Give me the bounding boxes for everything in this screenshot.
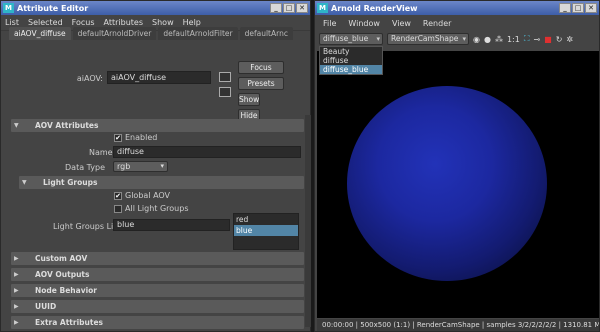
attribute-editor-window: M Attribute Editor _ □ ✕ List Selected F…	[0, 0, 311, 332]
aov-node-row: aiAOV: aiAOV_diffuse	[1, 71, 231, 87]
expand-arrow-icon: ▶	[14, 303, 19, 310]
enabled-row: ✔ Enabled	[114, 133, 157, 146]
attribute-editor-titlebar[interactable]: M Attribute Editor _ □ ✕	[1, 1, 310, 15]
all-light-groups-checkbox[interactable]	[114, 204, 122, 213]
tab-default-arnold-filter[interactable]: defaultArnoldFilter	[158, 27, 238, 40]
render-view-titlebar[interactable]: M Arnold RenderView _ □ ✕	[315, 1, 599, 15]
list-item-blue[interactable]: blue	[234, 225, 298, 236]
tab-default-arnold-other[interactable]: defaultArnc	[239, 27, 293, 40]
light-groups-list-label: Light Groups List	[53, 222, 121, 231]
aov-option-diffuse-blue[interactable]: diffuse_blue	[320, 65, 382, 74]
refresh-icon[interactable]: ↻	[556, 35, 563, 44]
dropdown-arrow-icon: ▾	[160, 162, 164, 170]
menu-render[interactable]: Render	[423, 19, 451, 28]
expand-arrow-icon: ▶	[14, 255, 19, 262]
render-view-toolbar: diffuse_blue RenderCamShape ◉ ● ⁂ 1:1 ⛶ …	[315, 31, 599, 47]
maximize-button[interactable]: □	[572, 3, 584, 13]
ipr-icon[interactable]: ⊸	[533, 35, 540, 44]
aov-dropdown-list[interactable]: Beauty diffuse diffuse_blue	[319, 46, 383, 75]
data-type-label: Data Type	[65, 163, 106, 172]
section-extra-attributes[interactable]: ▶ Extra Attributes	[11, 316, 304, 329]
maya-logo-icon: M	[317, 3, 328, 13]
global-aov-label: Global AOV	[125, 191, 171, 200]
side-buttons: Focus Presets Show Hide	[238, 61, 284, 125]
expand-arrow-icon: ▶	[14, 271, 19, 278]
data-type-value: rgb	[117, 162, 131, 171]
maya-logo-icon: M	[3, 3, 14, 13]
section-aov-attributes[interactable]: ▼ AOV Attributes	[11, 119, 304, 132]
collapse-arrow-icon: ▼	[14, 122, 19, 129]
render-status-bar: 00:00:00 | 500x500 (1:1) | RenderCamShap…	[317, 319, 599, 331]
section-label: AOV Attributes	[35, 121, 99, 130]
section-custom-aov[interactable]: ▶ Custom AOV	[11, 252, 304, 265]
tab-default-arnold-driver[interactable]: defaultArnoldDriver	[72, 27, 157, 40]
render-viewport[interactable]	[317, 51, 599, 318]
menu-window[interactable]: Window	[348, 19, 380, 28]
section-label: Light Groups	[43, 178, 98, 187]
vertical-scrollbar[interactable]	[305, 115, 311, 327]
node-tabs: aiAOV_diffuse defaultArnoldDriver defaul…	[1, 23, 293, 40]
window-title: Arnold RenderView	[331, 3, 418, 13]
expand-arrow-icon: ▶	[14, 319, 19, 326]
aov-label: aiAOV:	[76, 74, 103, 83]
aov-name-field[interactable]: aiAOV_diffuse	[107, 71, 211, 84]
collapse-arrow-icon: ▼	[22, 179, 27, 186]
minimize-button[interactable]: _	[559, 3, 571, 13]
name-label: Name	[89, 148, 113, 157]
stop-render-icon[interactable]: ■	[544, 35, 552, 44]
menu-file[interactable]: File	[323, 19, 336, 28]
aov-option-beauty[interactable]: Beauty	[320, 47, 382, 56]
render-view-menu-bar: File Window View Render	[315, 15, 599, 31]
window-title: Attribute Editor	[17, 3, 89, 13]
global-aov-checkbox[interactable]: ✔	[114, 191, 122, 200]
zoom-label[interactable]: 1:1	[507, 35, 520, 44]
all-light-groups-row: All Light Groups	[114, 204, 189, 217]
settings-gear-icon[interactable]: ✲	[566, 35, 573, 44]
focus-button[interactable]: Focus	[238, 61, 284, 74]
close-button[interactable]: ✕	[585, 3, 597, 13]
maximize-button[interactable]: □	[283, 3, 295, 13]
section-label: Custom AOV	[35, 254, 88, 263]
light-groups-list-field[interactable]: blue	[113, 219, 230, 231]
section-node-behavior[interactable]: ▶ Node Behavior	[11, 284, 304, 297]
all-light-groups-label: All Light Groups	[125, 204, 189, 213]
section-label: AOV Outputs	[35, 270, 90, 279]
section-label: Extra Attributes	[35, 318, 104, 327]
tab-aiaov-diffuse[interactable]: aiAOV_diffuse	[9, 27, 71, 40]
list-item-red[interactable]: red	[234, 214, 298, 225]
render-region-icon[interactable]: ◉	[473, 35, 480, 44]
crop-region-icon[interactable]: ⛶	[524, 34, 530, 44]
menu-view[interactable]: View	[392, 19, 411, 28]
section-aov-outputs[interactable]: ▶ AOV Outputs	[11, 268, 304, 281]
light-groups-listbox[interactable]: red blue	[233, 213, 299, 250]
expand-arrow-icon: ▶	[14, 287, 19, 294]
rendered-sphere	[347, 86, 547, 281]
channel-icon[interactable]: ●	[484, 35, 491, 44]
enabled-label: Enabled	[125, 133, 158, 142]
data-type-dropdown[interactable]: rgb ▾	[113, 161, 168, 172]
name-field[interactable]: diffuse	[113, 146, 301, 158]
aov-option-diffuse[interactable]: diffuse	[320, 56, 382, 65]
enabled-checkbox[interactable]: ✔	[114, 133, 122, 142]
output-connection-icon[interactable]	[219, 87, 231, 97]
section-uuid[interactable]: ▶ UUID	[11, 300, 304, 313]
close-button[interactable]: ✕	[296, 3, 308, 13]
camera-dropdown[interactable]: RenderCamShape	[387, 33, 469, 45]
section-label: UUID	[35, 302, 57, 311]
color-channels-icon[interactable]: ⁂	[495, 35, 503, 44]
input-connection-icon[interactable]	[219, 72, 231, 82]
show-button[interactable]: Show	[238, 93, 260, 106]
presets-button[interactable]: Presets	[238, 77, 284, 90]
section-label: Node Behavior	[35, 286, 98, 295]
minimize-button[interactable]: _	[270, 3, 282, 13]
render-view-window: M Arnold RenderView _ □ ✕ File Window Vi…	[314, 0, 600, 332]
aov-dropdown[interactable]: diffuse_blue	[319, 33, 383, 45]
global-aov-row: ✔ Global AOV	[114, 191, 170, 204]
section-light-groups[interactable]: ▼ Light Groups	[19, 176, 304, 189]
